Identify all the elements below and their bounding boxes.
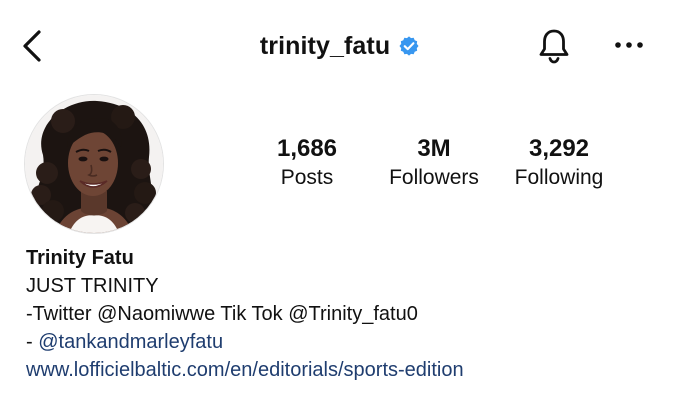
following-stat[interactable]: 3,292 Following bbox=[503, 134, 615, 192]
profile-username: trinity_fatu bbox=[259, 31, 391, 60]
posts-stat[interactable]: 1,686 Posts bbox=[262, 134, 352, 192]
title-row: trinity_fatu bbox=[0, 29, 680, 63]
bio-line-1: JUST TRINITY bbox=[26, 275, 159, 297]
bio-line-3-prefix: - bbox=[26, 331, 39, 353]
posts-label: Posts bbox=[280, 166, 334, 189]
bio-line-3: - @tankandmarleyfatu bbox=[26, 328, 666, 356]
followers-count: 3M bbox=[417, 135, 451, 162]
following-count: 3,292 bbox=[528, 135, 590, 162]
more-horizontal-icon bbox=[615, 42, 643, 48]
website-link[interactable]: www.lofficielbaltic.com/en/editorials/sp… bbox=[26, 356, 666, 384]
following-label: Following bbox=[514, 166, 604, 189]
posts-count: 1,686 bbox=[276, 135, 338, 162]
followers-stat[interactable]: 3M Followers bbox=[378, 134, 490, 192]
notifications-button[interactable] bbox=[532, 24, 576, 68]
profile-header: trinity_fatu bbox=[0, 0, 680, 90]
mention-link[interactable]: @tankandmarleyfatu bbox=[38, 331, 223, 353]
display-name: Trinity Fatu bbox=[26, 247, 134, 269]
profile-stats: 1,686 Posts 3M Followers 3,292 Following bbox=[0, 134, 680, 200]
verified-badge-icon bbox=[399, 36, 419, 56]
more-options-button[interactable] bbox=[606, 28, 652, 62]
profile-bio: Trinity Fatu JUST TRINITY -Twitter @Naom… bbox=[26, 244, 666, 384]
bio-line-2: -Twitter @Naomiwwe Tik Tok @Trinity_fatu… bbox=[26, 303, 418, 325]
followers-label: Followers bbox=[389, 166, 479, 189]
bell-icon bbox=[539, 29, 569, 64]
